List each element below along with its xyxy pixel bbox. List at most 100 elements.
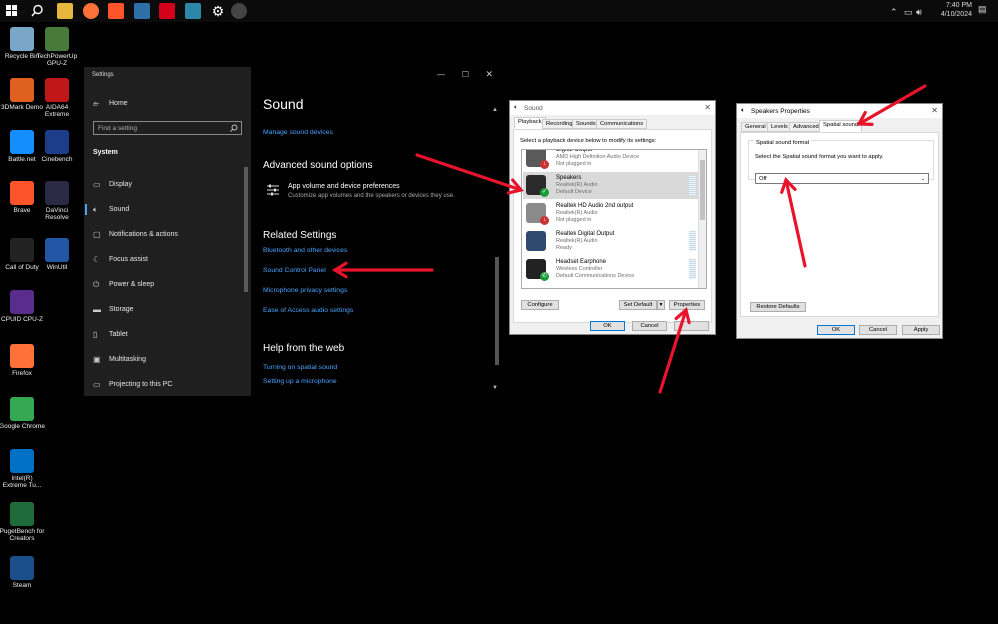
tab[interactable]: General (741, 122, 770, 132)
sound-dialog: 🔈︎ Sound ✕ Playback Recording Sounds Commun… (509, 100, 716, 335)
device-row[interactable]: ↓ Digital Output AMD High Definition Audio… (523, 150, 705, 171)
desktop-icon[interactable]: Intel(R) Extreme Tu... (0, 449, 45, 489)
device-list: ↓ Digital Output AMD High Definition Audio… (521, 149, 707, 289)
sound-ok-button[interactable]: OK (590, 321, 625, 331)
manage-sound-devices-link[interactable]: Manage sound devices (263, 129, 333, 136)
desktop-icon[interactable]: Steam (0, 556, 45, 589)
sliders-icon (267, 184, 279, 196)
desktop-icon[interactable]: PugetBench for Creators (0, 502, 45, 542)
device-row[interactable]: ✓ Speakers Realtek(R) Audio Default Device (523, 172, 705, 199)
home-nav[interactable]: ⌂ Home (84, 97, 251, 111)
device-list-scrollbar[interactable] (698, 150, 706, 288)
tab[interactable]: Spatial sound (819, 120, 863, 132)
desktop-icon[interactable]: DaVinci Resolve (34, 181, 80, 221)
app-icon[interactable] (231, 3, 247, 19)
related-link[interactable]: Bluetooth and other devices (263, 247, 347, 254)
audio-device-icon: ↓ (526, 150, 549, 169)
device-status: Ready (556, 245, 572, 251)
sound-close-button[interactable]: ✕ (704, 103, 711, 112)
multitasking-icon: ▣ (93, 355, 101, 364)
device-row[interactable]: Realtek Digital Output Realtek(R) Audio Re… (523, 228, 705, 255)
settings-sidebar: Settings ← ⌂ Home Find a setting System … (84, 67, 251, 396)
sidebar-item[interactable]: ▢ Notifications & actions (84, 228, 244, 242)
speakers-apply-button[interactable]: Apply (902, 325, 940, 335)
related-link[interactable]: Microphone privacy settings (263, 287, 347, 294)
spatial-format-select[interactable]: Off ⌄ (755, 173, 929, 184)
desktop-icon[interactable]: Google Chrome (0, 397, 45, 430)
search-field[interactable]: Find a setting (93, 121, 242, 135)
network-icon[interactable]: ▭ (904, 7, 913, 18)
davinci-icon[interactable] (185, 3, 201, 19)
speakers-titlebar: 🔈︎ Speakers Properties ✕ (737, 104, 942, 118)
scroll-down-icon[interactable]: ▼ (492, 385, 498, 391)
device-driver: Wireless Controller (556, 266, 603, 272)
configure-button[interactable]: Configure (521, 300, 559, 310)
clock[interactable]: 7:40 PM 4/10/2024 (941, 1, 972, 19)
set-default-dropdown-icon[interactable]: ▼ (657, 300, 665, 310)
minimize-button[interactable]: — (437, 70, 445, 79)
notification-icon[interactable]: ▤ (978, 4, 987, 15)
desktop-icon-label: CPUID CPU-Z (1, 316, 43, 323)
sidebar-item[interactable]: ⏻ Power & sleep (84, 278, 244, 292)
set-default-button[interactable]: Set Default (619, 300, 657, 310)
help-link[interactable]: Setting up a microphone (263, 378, 337, 385)
desktop-icon[interactable]: AIDA64 Extreme (34, 78, 80, 118)
sidebar-item[interactable]: ▯ Tablet (84, 328, 244, 342)
desktop-icon[interactable]: TechPowerUp GPU-Z (34, 27, 80, 67)
desktop-icon[interactable]: Firefox (0, 344, 45, 377)
search-icon[interactable] (31, 4, 44, 17)
help-link[interactable]: Turning on spatial sound (263, 364, 337, 371)
properties-button[interactable]: Properties (669, 300, 705, 310)
speaker-small-icon: 🔈︎ (741, 107, 746, 114)
status-badge-icon: ✓ (540, 188, 549, 197)
maximize-button[interactable]: ☐ (462, 70, 469, 79)
restore-defaults-button[interactable]: Restore Defaults (750, 302, 806, 312)
firefox-icon[interactable] (83, 3, 99, 19)
section-heading: System (93, 149, 118, 156)
spatial-group-label: Spatial sound format (754, 140, 812, 146)
page-title: Sound (263, 96, 304, 112)
sidebar-item[interactable]: ▭ Projecting to this PC (84, 378, 244, 392)
sidebar-scrollbar[interactable] (244, 167, 248, 292)
scroll-up-icon[interactable]: ▲ (492, 107, 498, 113)
tab[interactable]: Advanced (789, 122, 823, 132)
desktop-icon[interactable]: WinUtil (34, 238, 80, 271)
sidebar-item[interactable]: ☾ Focus assist (84, 253, 244, 267)
app-volume-item[interactable]: App volume and device preferences Custom… (263, 181, 493, 203)
recycle-bin-icon (10, 27, 34, 51)
amd-icon[interactable] (159, 3, 175, 19)
desktop-icon[interactable]: CPUID CPU-Z (0, 290, 45, 323)
sound-cancel-button[interactable]: Cancel (632, 321, 667, 331)
steam-icon (10, 556, 34, 580)
related-link[interactable]: Ease of Access audio settings (263, 307, 353, 314)
speakers-cancel-button[interactable]: Cancel (859, 325, 897, 335)
sidebar-item[interactable]: ▬ Storage (84, 303, 244, 317)
volume-icon[interactable]: 🔊︎ (916, 7, 922, 18)
magnifier-icon (230, 124, 238, 132)
sidebar-item[interactable]: 🔈︎ Sound (84, 203, 244, 217)
device-row[interactable]: ↓ Realtek HD Audio 2nd output Realtek(R) A… (523, 200, 705, 227)
speakers-ok-button[interactable]: OK (817, 325, 855, 335)
file-explorer-icon[interactable] (57, 3, 73, 19)
tab[interactable]: Playback (514, 117, 546, 129)
close-button[interactable]: ✕ (485, 69, 493, 80)
aida64-icon (45, 78, 69, 102)
chevron-up-icon[interactable]: ⌃ (890, 7, 898, 18)
brave-icon[interactable] (108, 3, 124, 19)
speakers-close-button[interactable]: ✕ (931, 106, 938, 115)
audio-device-icon: ✓ (526, 175, 549, 197)
sidebar-item[interactable]: ▭ Display (84, 178, 244, 192)
sidebar-item[interactable]: ▣ Multitasking (84, 353, 244, 367)
desktop-icon[interactable]: Cinebench (34, 130, 80, 163)
settings-gear-icon[interactable]: ⚙ (210, 3, 226, 19)
content-scrollbar[interactable] (495, 257, 499, 365)
calculator-icon[interactable] (134, 3, 150, 19)
windows-start-icon[interactable] (6, 5, 17, 16)
help-heading: Help from the web (263, 343, 345, 354)
speakers-properties-dialog: 🔈︎ Speakers Properties ✕ General Levels Ad… (736, 103, 943, 339)
tab[interactable]: Communications (596, 119, 648, 129)
related-link[interactable]: Sound Control Panel (263, 267, 326, 274)
device-row[interactable]: ✆ Headset Earphone Wireless Controller Defa… (523, 256, 705, 283)
date: 4/10/2024 (940, 11, 972, 18)
sidebar-item-label: Storage (109, 306, 134, 313)
